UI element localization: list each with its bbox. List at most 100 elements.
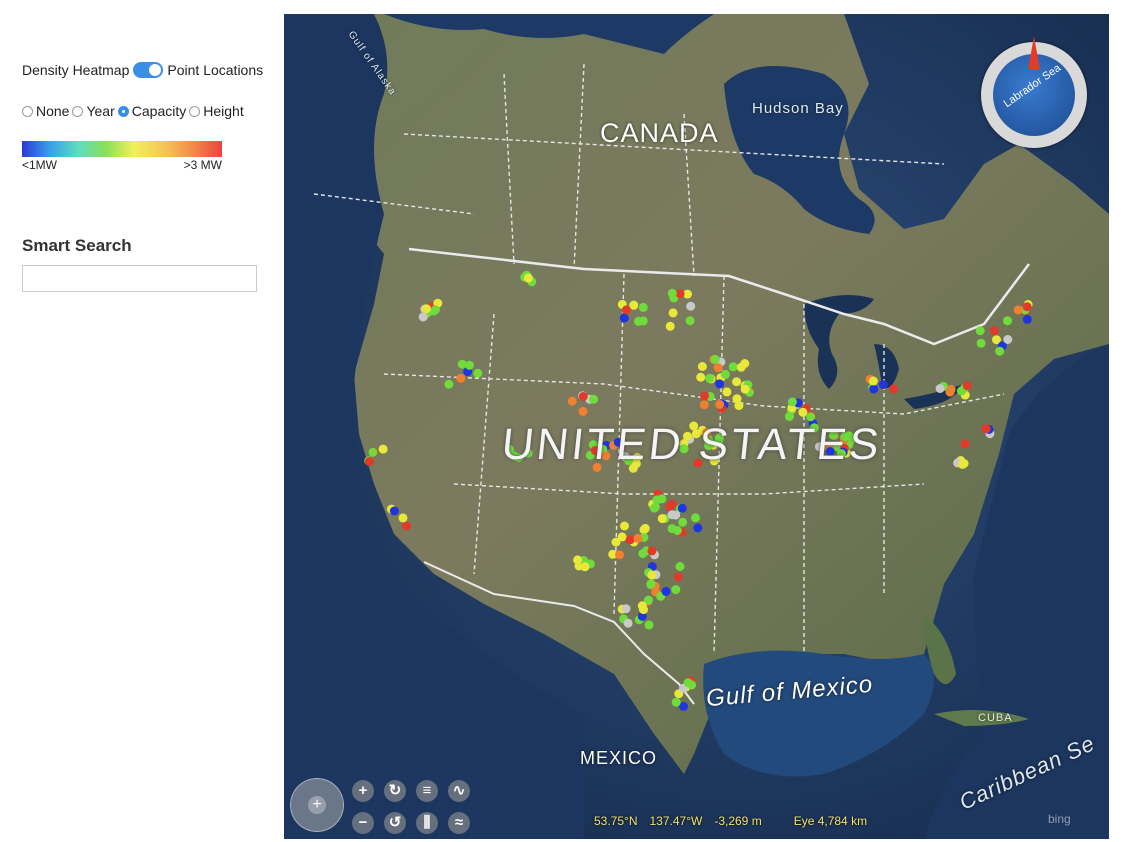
rotate-button[interactable]: ↻: [384, 780, 406, 802]
turbine-point[interactable]: [637, 601, 647, 611]
reset-view-button[interactable]: ↺: [384, 812, 406, 834]
turbine-point[interactable]: [732, 394, 742, 404]
turbine-point[interactable]: [661, 586, 671, 596]
turbine-point[interactable]: [615, 550, 624, 560]
turbine-point[interactable]: [638, 302, 648, 312]
turbine-point[interactable]: [686, 301, 696, 311]
turbine-point[interactable]: [705, 373, 715, 383]
turbine-point[interactable]: [675, 562, 685, 571]
turbine-point[interactable]: [368, 447, 378, 457]
turbine-point[interactable]: [638, 316, 648, 326]
turbine-point[interactable]: [787, 397, 797, 407]
turbine-point[interactable]: [621, 604, 631, 614]
turbine-point[interactable]: [638, 549, 648, 559]
turbine-point[interactable]: [578, 392, 588, 401]
turbine-point[interactable]: [710, 354, 720, 364]
turbine-point[interactable]: [456, 373, 466, 383]
turbine-point[interactable]: [378, 444, 388, 454]
turbine-point[interactable]: [700, 391, 710, 401]
turbine-point[interactable]: [683, 678, 693, 688]
turbine-point[interactable]: [678, 517, 688, 527]
turbine-point[interactable]: [667, 499, 677, 509]
turbine-point[interactable]: [623, 618, 633, 628]
turbine-point[interactable]: [646, 579, 656, 589]
radio-circle[interactable]: [117, 105, 129, 117]
compass-control[interactable]: Labrador Sea: [981, 36, 1087, 148]
turbine-point[interactable]: [671, 585, 681, 595]
turbine-point[interactable]: [389, 506, 399, 516]
turbine-point[interactable]: [685, 316, 695, 326]
zoom-out-button[interactable]: −: [352, 812, 374, 834]
turbine-point[interactable]: [958, 459, 967, 469]
turbine-point[interactable]: [567, 396, 577, 406]
turbine-point[interactable]: [422, 304, 431, 314]
radio-circle[interactable]: [22, 105, 33, 117]
turbine-point[interactable]: [430, 305, 440, 315]
turbine-point[interactable]: [619, 313, 629, 323]
radio-year[interactable]: Year: [72, 103, 115, 119]
turbine-point[interactable]: [995, 346, 1005, 356]
turbine-point[interactable]: [868, 376, 878, 386]
turbine-point[interactable]: [976, 338, 986, 348]
turbine-point[interactable]: [962, 381, 972, 391]
turbine-point[interactable]: [578, 406, 588, 416]
turbine-point[interactable]: [523, 273, 533, 283]
tilt-button[interactable]: ≡: [416, 780, 438, 802]
turbine-point[interactable]: [633, 533, 643, 543]
turbine-point[interactable]: [644, 620, 654, 630]
turbine-point[interactable]: [869, 384, 879, 394]
turbine-point[interactable]: [720, 369, 730, 379]
turbine-point[interactable]: [981, 424, 991, 434]
turbine-point[interactable]: [657, 514, 667, 524]
turbine-point[interactable]: [444, 379, 454, 389]
turbine-point[interactable]: [589, 394, 598, 404]
turbine-point[interactable]: [398, 513, 408, 523]
turbine-point[interactable]: [935, 384, 945, 393]
turbine-point[interactable]: [402, 521, 411, 531]
turbine-point[interactable]: [621, 305, 631, 315]
turbine-point[interactable]: [640, 523, 650, 533]
turbine-point[interactable]: [728, 362, 738, 372]
turbine-point[interactable]: [1022, 302, 1032, 312]
zoom-in-button[interactable]: +: [352, 780, 374, 802]
pan-control[interactable]: +: [290, 778, 344, 832]
turbine-point[interactable]: [740, 384, 750, 394]
turbine-point[interactable]: [673, 572, 683, 582]
turbine-point[interactable]: [945, 387, 955, 397]
turbine-point[interactable]: [668, 308, 678, 318]
terrain-button[interactable]: ∿: [448, 780, 470, 802]
turbine-point[interactable]: [989, 326, 999, 335]
turbine-point[interactable]: [732, 377, 742, 387]
radio-height[interactable]: Height: [189, 103, 244, 119]
radio-circle[interactable]: [189, 105, 201, 117]
radio-none[interactable]: None: [22, 103, 69, 119]
turbine-point[interactable]: [1013, 305, 1023, 315]
layer-toggle-switch[interactable]: [133, 62, 164, 78]
turbine-point[interactable]: [696, 372, 706, 382]
turbine-point[interactable]: [611, 537, 621, 547]
turbine-point[interactable]: [647, 546, 657, 556]
turbine-point[interactable]: [418, 312, 428, 322]
layers-button[interactable]: ⫼: [416, 812, 438, 834]
turbine-point[interactable]: [975, 326, 985, 336]
turbine-point[interactable]: [573, 555, 583, 565]
radio-circle[interactable]: [72, 105, 84, 117]
turbine-point[interactable]: [693, 523, 703, 533]
radio-capacity[interactable]: Capacity: [117, 103, 186, 119]
turbine-point[interactable]: [677, 503, 687, 513]
turbine-point[interactable]: [1003, 316, 1012, 326]
turbine-point[interactable]: [580, 562, 590, 572]
turbine-point[interactable]: [675, 289, 685, 299]
turbine-point[interactable]: [889, 384, 899, 394]
map-view[interactable]: Gulf of Alaska CANADA Hudson Bay UNITED …: [284, 14, 1109, 839]
turbine-point[interactable]: [713, 363, 723, 373]
turbine-point[interactable]: [364, 457, 374, 466]
turbine-point[interactable]: [667, 510, 677, 520]
water-button[interactable]: ≈: [448, 812, 470, 834]
turbine-point[interactable]: [715, 400, 725, 409]
turbine-point[interactable]: [650, 502, 660, 512]
turbine-point[interactable]: [691, 513, 700, 523]
turbine-point[interactable]: [667, 288, 677, 298]
turbine-point[interactable]: [625, 535, 635, 545]
turbine-point[interactable]: [1003, 335, 1013, 344]
